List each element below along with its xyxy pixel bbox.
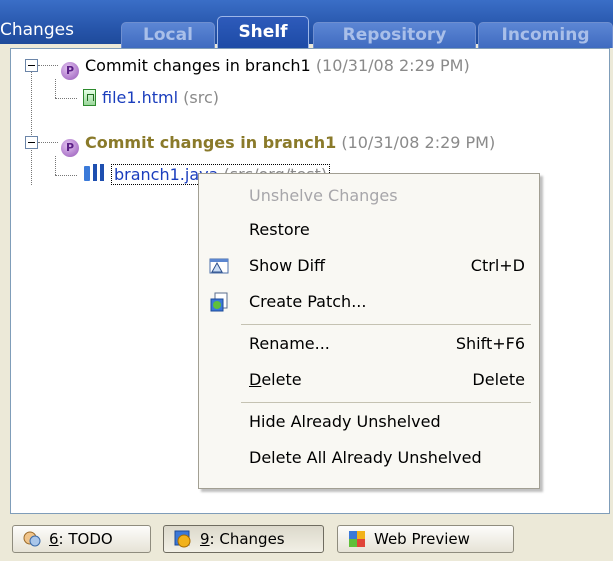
tree-guide-line: [55, 156, 56, 175]
file-directory: (src): [183, 88, 220, 107]
menu-item-unshelve-changes[interactable]: Unshelve Changes: [199, 179, 539, 213]
tool-window-title: Changes: [0, 20, 74, 40]
tab-local[interactable]: Local: [121, 22, 215, 48]
html-file-icon: [83, 89, 96, 106]
java-class-icon: [84, 164, 104, 181]
changes-toolwindow-button[interactable]: 9: Changes: [163, 525, 324, 553]
menu-item-rename[interactable]: Rename... Shift+F6: [199, 327, 539, 361]
menu-item-delete[interactable]: Delete Delete: [199, 363, 539, 397]
todo-toolwindow-button[interactable]: 6: TODO: [12, 525, 151, 553]
changelist-icon: P: [61, 62, 79, 80]
tool-window-tabbar: Changes Local Shelf Repository Incoming: [0, 0, 613, 48]
menu-item-restore[interactable]: Restore: [199, 213, 539, 247]
tab-incoming[interactable]: Incoming: [478, 22, 613, 48]
menu-separator: [241, 402, 531, 403]
tab-shelf[interactable]: Shelf: [217, 16, 309, 48]
changelist-icon: P: [61, 139, 79, 157]
create-patch-icon: [210, 292, 228, 312]
changes-icon: [174, 530, 191, 548]
menu-item-create-patch[interactable]: Create Patch...: [199, 285, 539, 319]
file-row[interactable]: file1.html (src): [83, 83, 219, 113]
collapse-toggle[interactable]: [25, 136, 38, 149]
changelist-row[interactable]: P Commit changes in branch1 (10/31/08 2:2…: [61, 51, 470, 81]
menu-item-delete-all-already-unshelved[interactable]: Delete All Already Unshelved: [199, 441, 539, 475]
tree-guide-line: [38, 142, 58, 143]
web-preview-toolwindow-button[interactable]: Web Preview: [337, 525, 514, 553]
menu-separator: [241, 324, 531, 325]
tree-guide-line: [31, 65, 32, 185]
show-diff-icon: [209, 258, 229, 274]
changelist-date: (10/31/08 2:29 PM): [341, 133, 496, 152]
changelist-row[interactable]: P Commit changes in branch1 (10/31/08 2:2…: [61, 128, 495, 158]
menu-item-show-diff[interactable]: Show Diff Ctrl+D: [199, 249, 539, 283]
collapse-toggle[interactable]: [25, 59, 38, 72]
changelist-date: (10/31/08 2:29 PM): [315, 56, 470, 75]
tab-repository[interactable]: Repository: [313, 22, 476, 48]
web-preview-icon: [349, 531, 365, 547]
tree-guide-line: [55, 79, 56, 98]
tree-guide-line: [55, 175, 77, 176]
todo-icon: [23, 531, 41, 547]
tree-guide-line: [55, 98, 77, 99]
tree-guide-line: [38, 65, 58, 66]
menu-item-hide-already-unshelved[interactable]: Hide Already Unshelved: [199, 405, 539, 439]
context-menu: Unshelve Changes Restore Show Diff Ctrl+…: [198, 173, 540, 489]
